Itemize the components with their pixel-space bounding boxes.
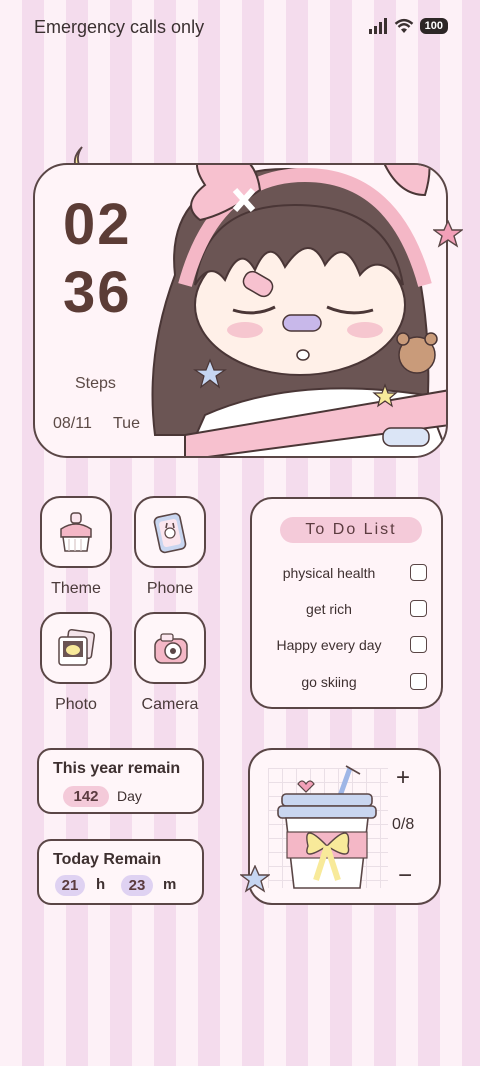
photo-tile[interactable] bbox=[40, 612, 112, 684]
star-icon bbox=[433, 220, 463, 248]
todo-item[interactable]: go skiing bbox=[266, 671, 436, 695]
add-water-button[interactable]: + bbox=[396, 764, 410, 792]
app-photo[interactable]: Photo bbox=[40, 612, 112, 714]
year-remain-value: 142 bbox=[63, 786, 109, 807]
drink-cup-icon bbox=[277, 765, 377, 889]
star-icon bbox=[240, 865, 270, 893]
todo-checkbox[interactable] bbox=[410, 636, 427, 653]
year-remain-unit: Day bbox=[117, 788, 142, 804]
year-remain-title: This year remain bbox=[53, 760, 181, 777]
wifi-icon bbox=[394, 18, 413, 33]
photo-icon bbox=[58, 628, 96, 666]
today-remain-title: Today Remain bbox=[53, 851, 162, 868]
todo-widget: To Do List physical health get rich Happ… bbox=[250, 497, 443, 709]
weekday-text: Tue bbox=[113, 415, 140, 432]
today-remain-minutes: 23 bbox=[121, 875, 153, 896]
todo-item[interactable]: get rich bbox=[266, 598, 436, 622]
app-theme[interactable]: Theme bbox=[40, 496, 112, 598]
camera-tile[interactable] bbox=[134, 612, 206, 684]
todo-title: To Do List bbox=[280, 517, 422, 543]
girl-illustration bbox=[151, 165, 446, 456]
app-label-camera: Camera bbox=[141, 696, 199, 713]
app-label-phone: Phone bbox=[146, 580, 194, 597]
clock-widget[interactable]: 02 36 Steps 08/11 Tue bbox=[33, 163, 448, 458]
app-phone[interactable]: Phone bbox=[134, 496, 206, 598]
minutes-unit: m bbox=[163, 876, 177, 893]
camera-icon bbox=[154, 633, 188, 664]
phone-icon bbox=[153, 512, 187, 554]
battery-icon: 100 bbox=[419, 18, 448, 34]
theme-icon bbox=[60, 512, 92, 552]
todo-item-text: physical health bbox=[282, 565, 376, 581]
carrier-text: Emergency calls only bbox=[34, 17, 205, 37]
clock-hours: 02 bbox=[63, 192, 132, 257]
todo-item-text: Happy every day bbox=[276, 637, 382, 653]
date-text: 08/11 bbox=[53, 415, 92, 432]
app-label-theme: Theme bbox=[51, 580, 101, 597]
status-icons: 100 bbox=[368, 18, 448, 34]
steps-label: Steps bbox=[75, 375, 116, 392]
todo-item-text: go skiing bbox=[301, 674, 357, 690]
hours-unit: h bbox=[96, 876, 106, 893]
todo-item[interactable]: physical health bbox=[266, 562, 436, 586]
remove-water-button[interactable]: − bbox=[398, 862, 412, 890]
phone-tile[interactable] bbox=[134, 496, 206, 568]
todo-checkbox[interactable] bbox=[410, 600, 427, 617]
theme-tile[interactable] bbox=[40, 496, 112, 568]
app-label-photo: Photo bbox=[55, 696, 97, 713]
todo-item[interactable]: Happy every day bbox=[266, 634, 436, 658]
app-camera[interactable]: Camera bbox=[134, 612, 206, 714]
today-remain-widget: Today Remain 21 h 23 m bbox=[37, 839, 204, 905]
water-count: 0/8 bbox=[392, 816, 415, 833]
year-remain-widget: This year remain 142 Day bbox=[37, 748, 204, 814]
clock-minutes: 36 bbox=[63, 260, 132, 325]
todo-checkbox[interactable] bbox=[410, 564, 427, 581]
water-tracker-widget: + 0/8 − bbox=[248, 748, 441, 905]
signal-icon bbox=[368, 18, 387, 34]
today-remain-hours: 21 bbox=[55, 875, 85, 896]
status-bar: Emergency calls only 100 bbox=[0, 0, 480, 56]
todo-item-text: get rich bbox=[306, 601, 352, 617]
todo-checkbox[interactable] bbox=[410, 673, 427, 690]
